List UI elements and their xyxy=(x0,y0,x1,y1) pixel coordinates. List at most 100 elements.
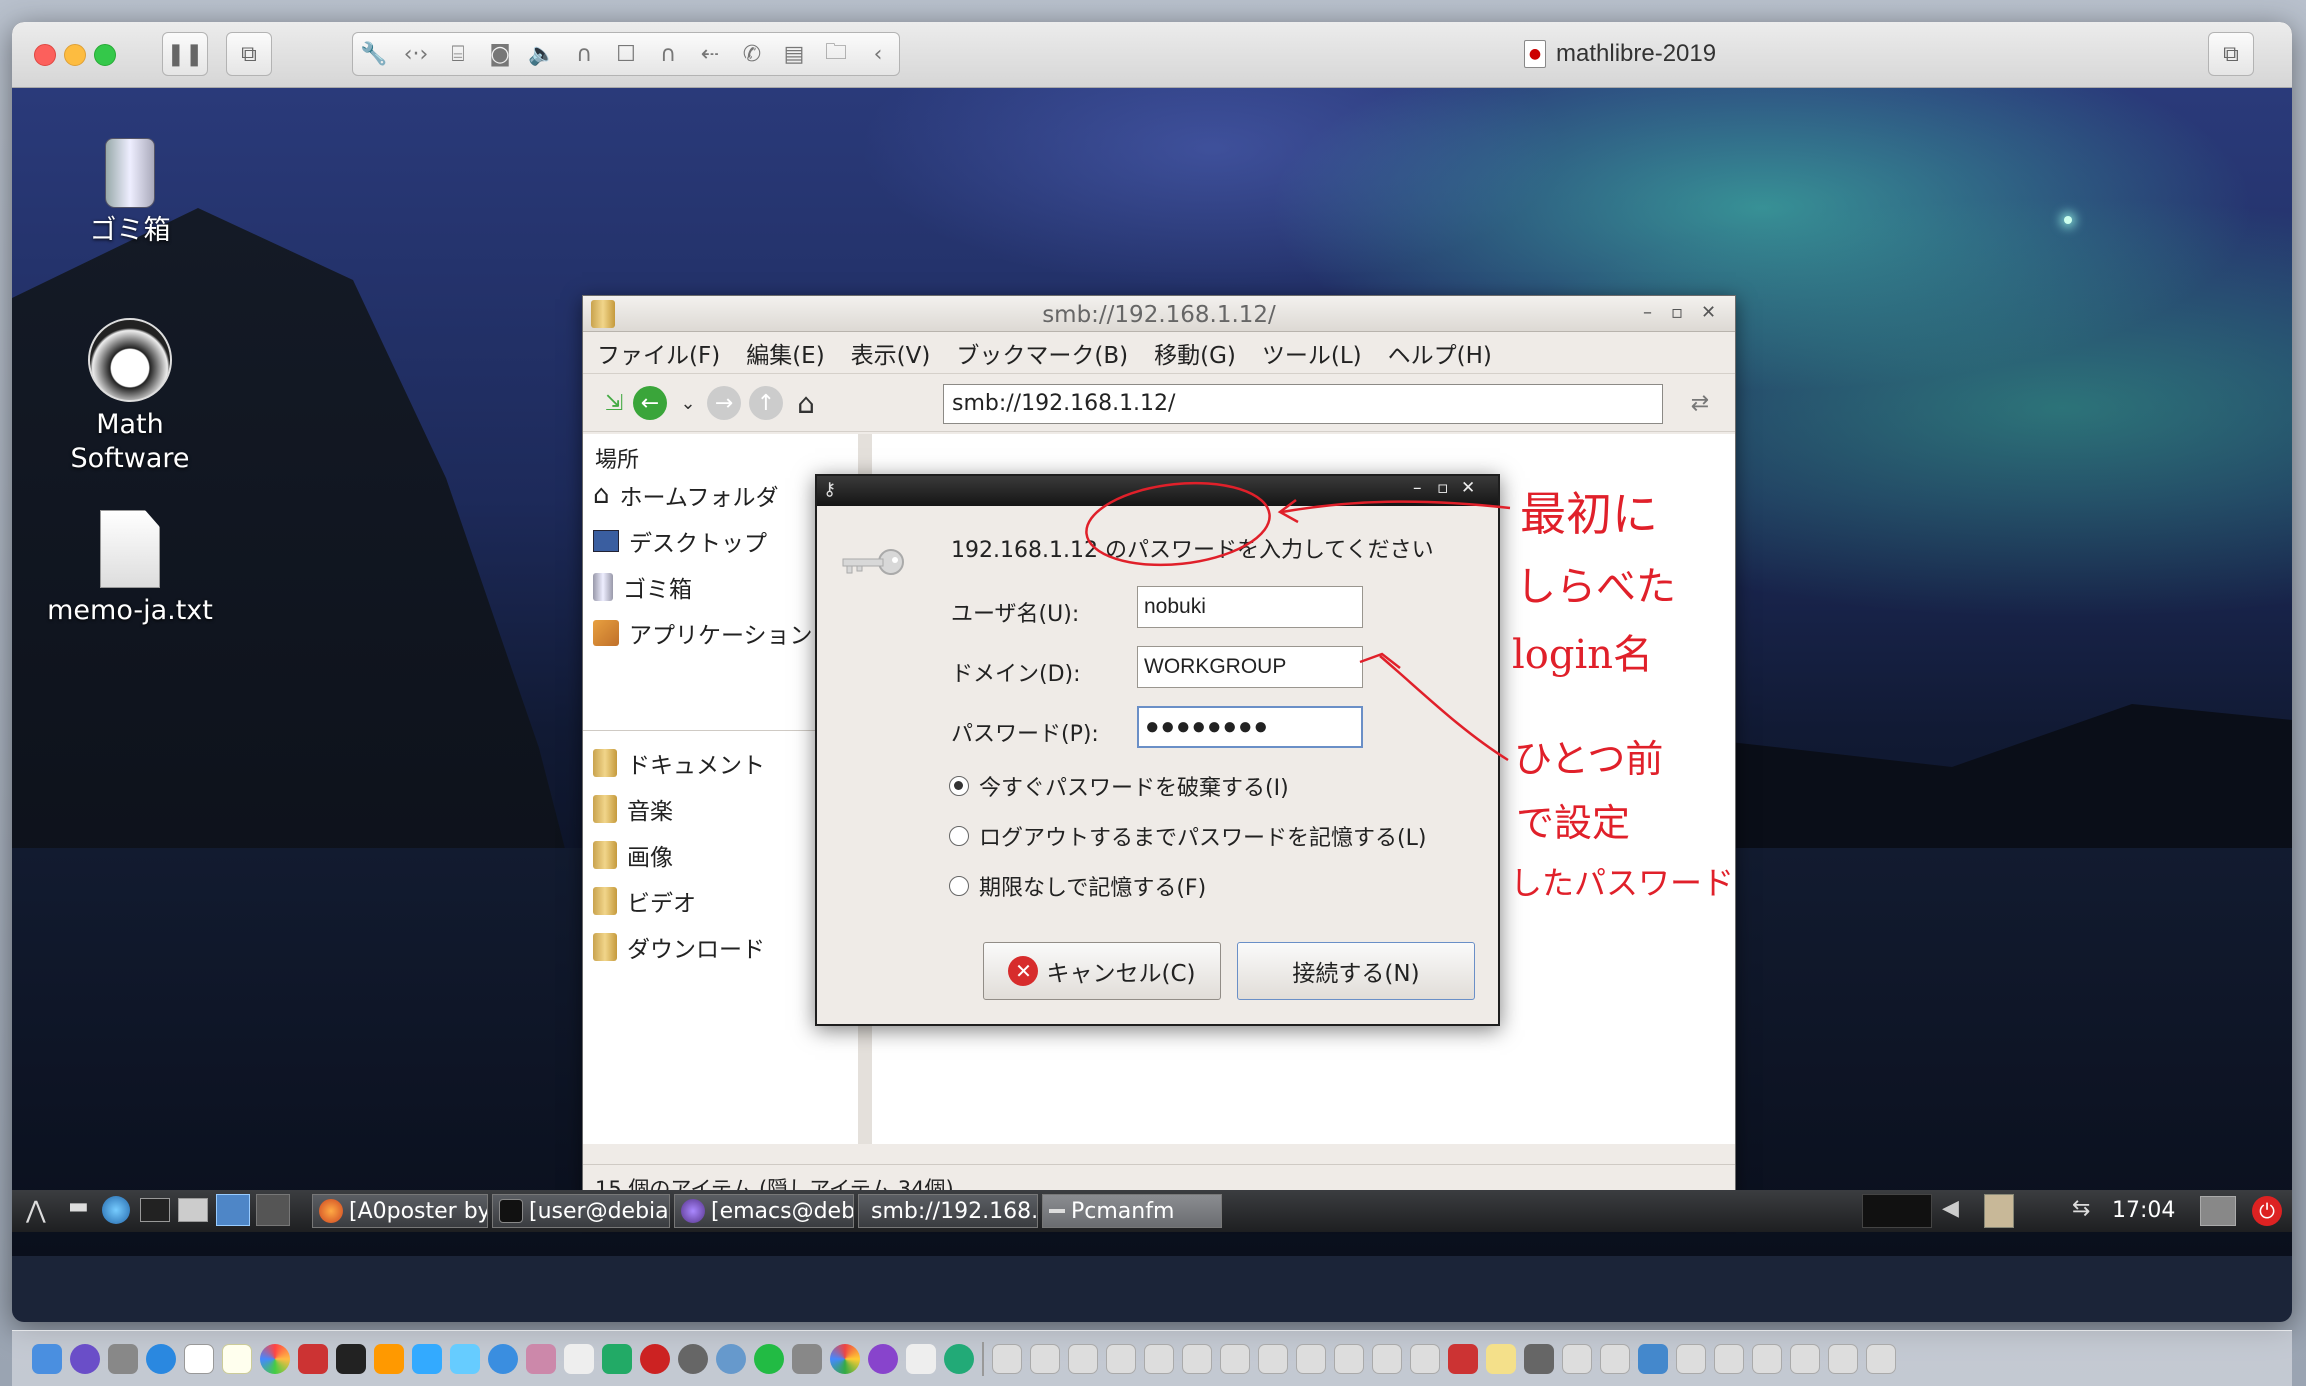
clipboard-icon[interactable] xyxy=(1984,1194,2014,1228)
document-icon[interactable] xyxy=(1790,1343,1820,1374)
radio-remember-session[interactable]: ログアウトするまでパスワードを記憶する(L) xyxy=(949,820,1426,852)
menu-bookmarks[interactable]: ブックマーク(B) xyxy=(956,336,1128,370)
dialog-titlebar[interactable]: ⚷ – ▫ ✕ xyxy=(817,476,1498,506)
document-icon[interactable] xyxy=(1524,1343,1554,1374)
radio-button[interactable] xyxy=(949,776,969,796)
desktop-icon-math-software[interactable]: Math Software xyxy=(30,318,230,476)
document-icon[interactable] xyxy=(1638,1343,1668,1374)
fullscreen-icon[interactable]: ⧉ xyxy=(2208,32,2254,76)
skype-icon[interactable] xyxy=(488,1343,518,1374)
connect-button[interactable]: 接続する(N) xyxy=(1237,942,1475,1000)
close-icon[interactable]: ✕ xyxy=(1701,302,1716,323)
document-icon[interactable] xyxy=(1030,1343,1060,1374)
document-icon[interactable] xyxy=(1258,1343,1288,1374)
maximize-icon[interactable]: ▫ xyxy=(1671,302,1683,323)
desktop-icon-memo[interactable]: memo-ja.txt xyxy=(30,510,230,628)
trash-icon[interactable] xyxy=(1866,1343,1896,1374)
calendar-icon[interactable] xyxy=(184,1343,214,1374)
power-icon[interactable]: ⏻ xyxy=(2252,1196,2282,1226)
document-icon[interactable] xyxy=(1828,1343,1858,1374)
shared-folder-icon[interactable]: 🗀 xyxy=(815,33,857,75)
forward-icon[interactable]: → xyxy=(707,386,741,420)
minimize-window-button[interactable] xyxy=(64,44,86,66)
bookmark-documents[interactable]: ドキュメント xyxy=(593,746,765,780)
bookmark-videos[interactable]: ビデオ xyxy=(593,884,696,918)
go-icon[interactable]: ⇄ xyxy=(1683,386,1717,420)
cancel-button[interactable]: ✕ キャンセル(C) xyxy=(983,942,1221,1000)
taskbar-item-a0poster[interactable]: [A0poster by LaT··· xyxy=(312,1194,488,1228)
document-icon[interactable] xyxy=(1144,1343,1174,1374)
windows-icon[interactable] xyxy=(178,1198,208,1222)
document-icon[interactable] xyxy=(1182,1343,1212,1374)
launchpad-icon[interactable] xyxy=(108,1343,138,1374)
app-icon[interactable] xyxy=(944,1343,974,1374)
place-home[interactable]: ⌂ ホームフォルダ xyxy=(593,478,778,512)
mouse-icon[interactable]: ☐ xyxy=(605,33,647,75)
file-manager-icon[interactable]: ▬ xyxy=(68,1194,89,1219)
usb-icon[interactable]: ⇠ xyxy=(689,33,731,75)
document-icon[interactable] xyxy=(1676,1343,1706,1374)
home-icon[interactable]: ⌂ xyxy=(789,386,823,420)
taskbar-item-pcmanfm[interactable]: Pcmanfm xyxy=(1042,1194,1222,1228)
document-icon[interactable] xyxy=(1562,1343,1592,1374)
printer-icon[interactable]: ▤ xyxy=(773,33,815,75)
taskbar-item-terminal[interactable]: [user@debian: ~··· xyxy=(492,1194,670,1228)
network-icon[interactable]: ⇆ xyxy=(2072,1196,2090,1221)
app-icon[interactable] xyxy=(526,1343,556,1374)
app-icon[interactable] xyxy=(640,1343,670,1374)
app-icon[interactable] xyxy=(792,1343,822,1374)
username-field[interactable]: nobuki xyxy=(1137,586,1363,628)
domain-field[interactable]: WORKGROUP xyxy=(1137,646,1363,688)
code-icon[interactable]: ‹·› xyxy=(395,33,437,75)
zoom-window-button[interactable] xyxy=(94,44,116,66)
terminal-icon[interactable] xyxy=(140,1198,170,1222)
document-icon[interactable] xyxy=(1486,1343,1516,1374)
minimize-icon[interactable]: – xyxy=(1413,478,1422,498)
place-applications[interactable]: アプリケーション xyxy=(593,616,813,650)
facetime-icon[interactable] xyxy=(602,1343,632,1374)
chevron-left-icon[interactable]: ‹ xyxy=(857,33,899,75)
app-store-icon[interactable] xyxy=(412,1343,442,1374)
document-icon[interactable] xyxy=(1448,1343,1478,1374)
document-icon[interactable] xyxy=(992,1343,1022,1374)
drive-icon[interactable]: ⌸ xyxy=(437,33,479,75)
document-icon[interactable] xyxy=(1752,1343,1782,1374)
r-icon[interactable] xyxy=(716,1343,746,1374)
radio-button[interactable] xyxy=(949,876,969,896)
desktop-2-icon[interactable] xyxy=(256,1194,290,1226)
taskbar-item-smb[interactable]: smb://192.168.1.··· xyxy=(858,1194,1038,1228)
camera-icon[interactable]: ◙ xyxy=(479,33,521,75)
bookmark-pictures[interactable]: 画像 xyxy=(593,838,673,872)
document-icon[interactable] xyxy=(1296,1343,1326,1374)
back-icon[interactable]: ← xyxy=(633,386,667,420)
finder-icon[interactable] xyxy=(32,1343,62,1374)
radio-remember-forever[interactable]: 期限なしで記憶する(F) xyxy=(949,870,1206,902)
menu-go[interactable]: 移動(G) xyxy=(1154,336,1236,370)
pause-icon[interactable]: ❚❚ xyxy=(162,32,208,76)
safari-icon[interactable] xyxy=(146,1343,176,1374)
notes-icon[interactable] xyxy=(222,1343,252,1374)
minimize-icon[interactable]: – xyxy=(1643,302,1652,323)
document-icon[interactable] xyxy=(1106,1343,1136,1374)
password-field[interactable]: ●●●●●●●● xyxy=(1137,706,1363,748)
menu-view[interactable]: 表示(V) xyxy=(851,336,931,370)
wrench-icon[interactable]: 🔧 xyxy=(353,33,395,75)
menu-help[interactable]: ヘルプ(H) xyxy=(1388,336,1492,370)
up-icon[interactable]: ↑ xyxy=(749,386,783,420)
menu-logo-icon[interactable]: ⋀ xyxy=(26,1196,46,1224)
chevron-down-icon[interactable]: ⌄ xyxy=(671,386,705,420)
photos-icon[interactable] xyxy=(260,1343,290,1374)
app-icon[interactable] xyxy=(754,1343,784,1374)
bookmark-downloads[interactable]: ダウンロード xyxy=(593,930,765,964)
taskbar-item-emacs[interactable]: [emacs@debian] xyxy=(674,1194,854,1228)
document-icon[interactable] xyxy=(1068,1343,1098,1374)
menu-file[interactable]: ファイル(F) xyxy=(597,336,720,370)
document-icon[interactable] xyxy=(1220,1343,1250,1374)
document-icon[interactable] xyxy=(1714,1343,1744,1374)
x11-icon[interactable] xyxy=(906,1343,936,1374)
menu-edit[interactable]: 編集(E) xyxy=(746,336,824,370)
headphones-icon[interactable]: ∩ xyxy=(563,33,605,75)
radio-button[interactable] xyxy=(949,826,969,846)
address-bar[interactable]: smb://192.168.1.12/ xyxy=(943,384,1663,424)
document-icon[interactable] xyxy=(1410,1343,1440,1374)
